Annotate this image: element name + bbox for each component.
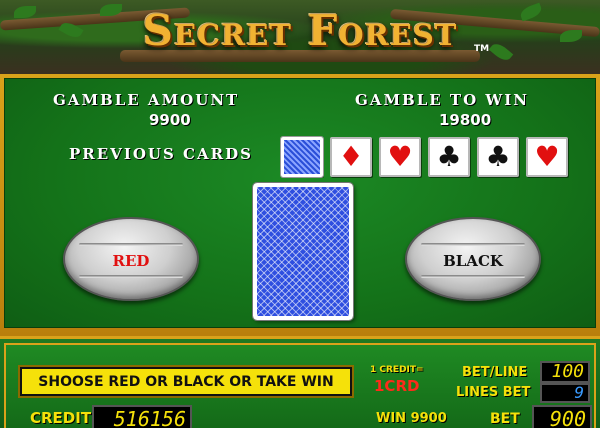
button-groove xyxy=(421,275,525,278)
club-icon: ♣ xyxy=(436,140,462,173)
heart-icon: ♥ xyxy=(534,140,560,173)
win-label: WIN 9900 xyxy=(376,411,447,426)
trademark-mark: TM xyxy=(474,44,490,54)
previous-card: ♦ xyxy=(330,137,372,177)
black-button-label: BLACK xyxy=(443,252,503,270)
message-box: SHOOSE RED OR BLACK OR TAKE WIN xyxy=(18,365,354,398)
previous-cards-label: PREVIOUS CARDS xyxy=(69,145,253,163)
bet-label: BET xyxy=(490,411,520,427)
bet-display: 900 xyxy=(532,405,592,428)
bet-line-label: BET/LINE xyxy=(462,365,528,380)
red-button-label: RED xyxy=(112,252,150,270)
face-down-card xyxy=(252,182,354,321)
club-icon: ♣ xyxy=(485,140,511,173)
game-logo-title: Secret Forest xyxy=(142,6,458,55)
gamble-table-frame: GAMBLE AMOUNT 9900 GAMBLE TO WIN 19800 P… xyxy=(0,74,600,336)
button-groove xyxy=(79,275,183,278)
gamble-to-win-label: GAMBLE TO WIN xyxy=(355,91,529,109)
heart-icon: ♥ xyxy=(387,140,413,173)
win-value: 9900 xyxy=(410,411,447,426)
diamond-icon: ♦ xyxy=(338,140,364,173)
status-panel-inner: SHOOSE RED OR BLACK OR TAKE WIN CREDIT 5… xyxy=(4,343,596,428)
lines-bet-display: 9 xyxy=(540,383,590,403)
status-panel: SHOOSE RED OR BLACK OR TAKE WIN CREDIT 5… xyxy=(0,336,600,428)
credit-display: 516156 xyxy=(92,405,192,428)
credit-label: CREDIT xyxy=(30,409,92,427)
title-banner: Secret Forest TM xyxy=(0,0,600,74)
bet-line-display: 100 xyxy=(540,361,590,383)
previous-card: ♥ xyxy=(526,137,568,177)
gamble-amount-label: GAMBLE AMOUNT xyxy=(53,91,240,109)
button-groove xyxy=(79,243,183,246)
previous-card: ♣ xyxy=(477,137,519,177)
button-groove xyxy=(421,243,525,246)
win-label-text: WIN xyxy=(376,411,407,426)
lines-bet-label: LINES BET xyxy=(456,385,531,400)
black-button[interactable]: BLACK xyxy=(405,217,541,301)
red-button[interactable]: RED xyxy=(63,217,199,301)
gamble-amount-value: 9900 xyxy=(149,111,191,129)
previous-card xyxy=(280,136,324,178)
gamble-to-win-value: 19800 xyxy=(439,111,492,129)
credit-rate-value: 1CRD xyxy=(374,377,420,395)
previous-card: ♣ xyxy=(428,137,470,177)
previous-card: ♥ xyxy=(379,137,421,177)
credit-rate-label: 1 CREDIT= xyxy=(370,365,424,375)
gamble-table: GAMBLE AMOUNT 9900 GAMBLE TO WIN 19800 P… xyxy=(4,78,596,328)
